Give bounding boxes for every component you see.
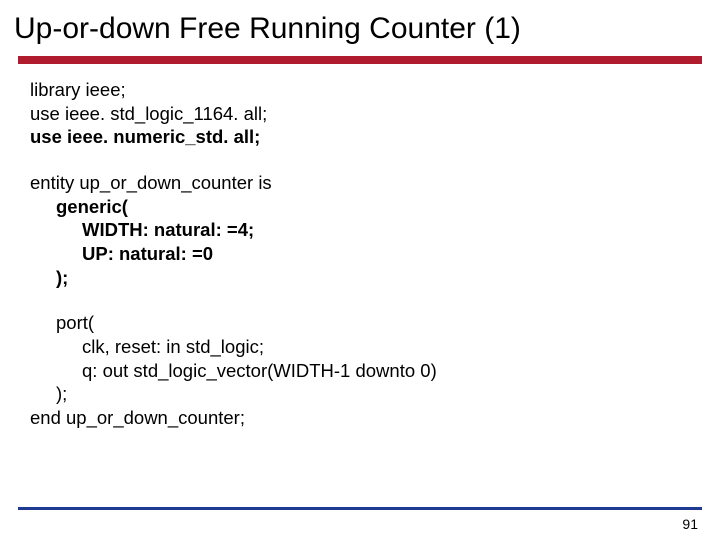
entity-block: entity up_or_down_counter is generic( WI… [30,171,720,289]
code-line: WIDTH: natural: =4; [30,218,720,242]
code-line: generic( [30,195,720,219]
library-block: library ieee; use ieee. std_logic_1164. … [30,78,720,149]
slide-title: Up-or-down Free Running Counter (1) [0,0,720,46]
code-line: UP: natural: =0 [30,242,720,266]
code-line: ); [30,266,720,290]
code-line: port( [30,311,720,335]
port-block: port( clk, reset: in std_logic; q: out s… [30,311,720,429]
code-line: entity up_or_down_counter is [30,171,720,195]
code-body: library ieee; use ieee. std_logic_1164. … [0,64,720,430]
footer-divider [18,507,702,510]
code-line: library ieee; [30,78,720,102]
code-line: end up_or_down_counter; [30,406,720,430]
code-line: use ieee. numeric_std. all; [30,125,720,149]
code-line: ); [30,382,720,406]
title-underline [18,56,702,64]
code-line: clk, reset: in std_logic; [30,335,720,359]
code-line: q: out std_logic_vector(WIDTH-1 downto 0… [30,359,720,383]
code-line: use ieee. std_logic_1164. all; [30,102,720,126]
page-number: 91 [682,516,698,532]
